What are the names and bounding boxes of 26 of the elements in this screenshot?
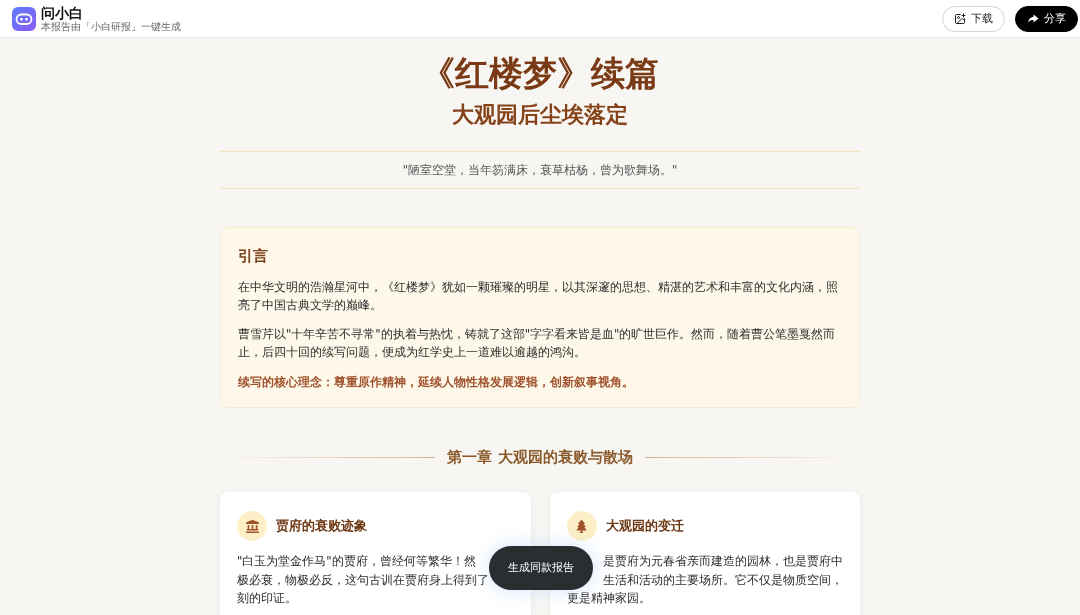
card-text-line: 刻的印证。 xyxy=(237,590,297,607)
share-icon xyxy=(1027,12,1039,25)
core-idea-text: 续写的核心理念：尊重原作精神，延续人物性格发展逻辑，创新叙事视角。 xyxy=(238,374,635,391)
quote-text: "陋室空堂，当年笏满床，衰草枯杨，曾为歌舞场。" xyxy=(402,162,678,178)
generate-report-button[interactable]: 生成同款报告 xyxy=(489,546,593,590)
image-plus-icon xyxy=(954,12,966,25)
card-text-line: 极必衰，物极必反，这句古训在贾府身上得到了 xyxy=(237,571,489,589)
intro-paragraph: 在中华文明的浩瀚星河中，《红楼梦》犹如一颗璀璨的明星，以其深邃的思想、精湛的艺术和丰富的文化内涵，照亮了中国古典文学的巅峰。 xyxy=(238,279,839,314)
app-logo-icon xyxy=(12,6,36,31)
app-name: 问小白 xyxy=(41,4,84,21)
card-text-line: 生活和活动的主要场所。它不仅是物质空间， xyxy=(603,571,843,589)
download-button[interactable]: 下载 xyxy=(942,5,1005,32)
building-icon xyxy=(237,511,267,541)
card-text-line: 更是精神家园。 xyxy=(566,590,651,607)
tree-icon xyxy=(566,511,597,541)
share-button[interactable]: 分享 xyxy=(1015,5,1078,32)
card-title: 贾府的衰败迹象 xyxy=(276,517,367,535)
chapter-heading: 第一章 大观园的衰败与散场 xyxy=(447,448,633,467)
report-title: 《红楼梦》续篇 xyxy=(420,52,660,95)
app-tagline: 本报告由「小白研报」一键生成 xyxy=(41,20,181,33)
intro-heading: 引言 xyxy=(238,246,269,267)
report-subtitle: 大观园后尘埃落定 xyxy=(451,102,629,128)
intro-paragraph: 曹雪芹以"十年辛苦不寻常"的执着与热忱，铸就了这部"字字看来皆是血"的旷世巨作。然而，随着曹公笔墨戛然而止，后四十回的续写问题，便成为红学史上一道难以逾越的鸿沟。 xyxy=(238,326,837,361)
card-text-line: "白玉为堂金作马"的贾府，曾经何等繁华！然 xyxy=(237,553,476,570)
card-title: 大观园的变迁 xyxy=(605,517,684,535)
card-text-line: 是贾府为元春省亲而建造的园林，也是贾府中 xyxy=(603,553,843,570)
